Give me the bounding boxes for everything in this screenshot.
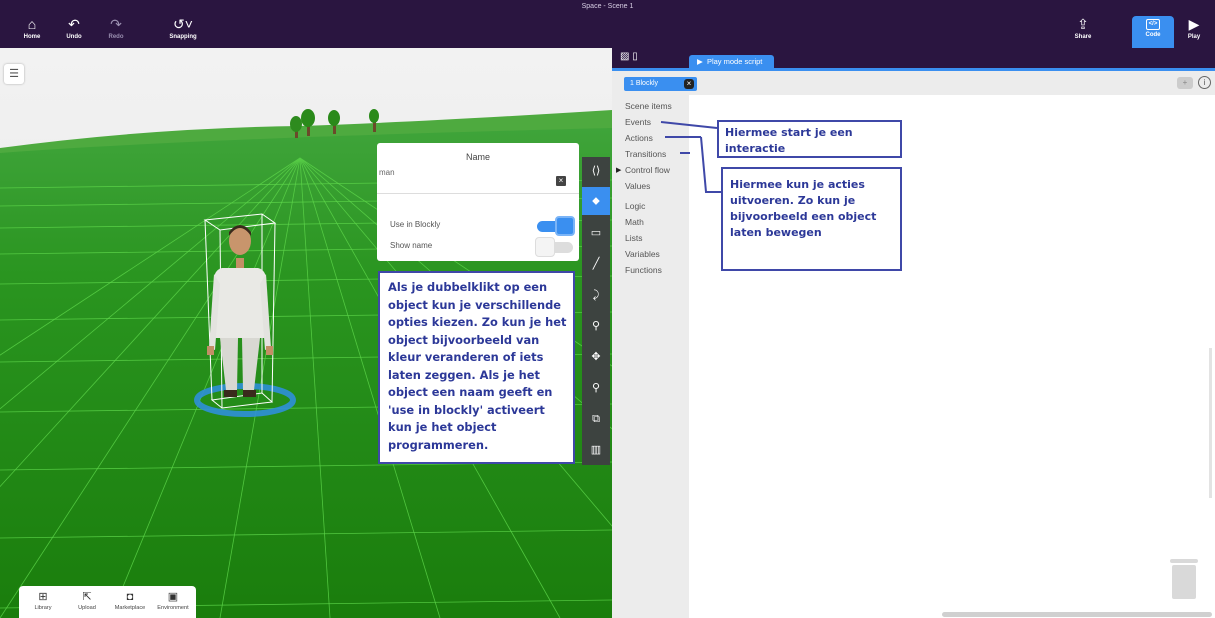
app-window: Space - Scene 1 ⌂ Home ↶ Undo ↷ Redo ↺˅ … bbox=[0, 0, 1215, 618]
annotation-lines bbox=[660, 121, 721, 193]
actions-annotation-callout: Hiermee kun je acties uitvoeren. Zo kun … bbox=[721, 167, 902, 271]
events-annotation-callout: Hiermee start je een interactie bbox=[717, 120, 902, 158]
